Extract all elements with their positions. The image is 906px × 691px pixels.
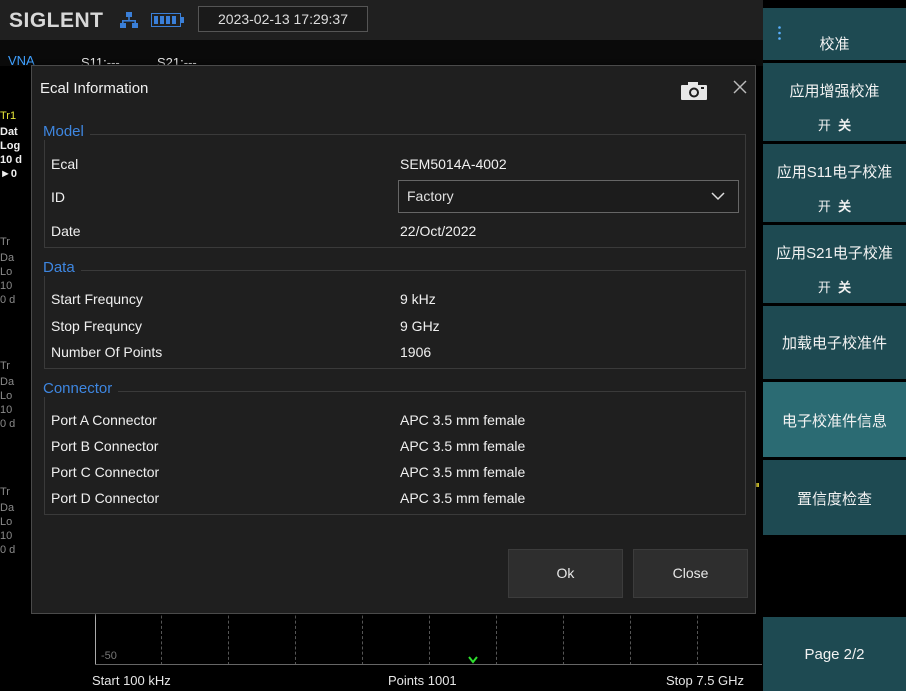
apply-s21-label: 应用S21电子校准 <box>776 245 893 262</box>
datetime-display: 2023-02-13 17:29:37 <box>198 6 368 32</box>
brand-logo: SIGLENT <box>9 9 104 32</box>
close-button[interactable]: Close <box>633 549 748 598</box>
trace2-label: Tr <box>0 236 10 248</box>
marker-chevron-icon <box>468 656 478 664</box>
start-frequency-label: Start 100 kHz <box>92 673 171 688</box>
number-of-points-label: Number Of Points <box>51 344 163 360</box>
ecal-value: SEM5014A-4002 <box>400 156 507 172</box>
analyzer-screen: SIGLENT 2023-02-13 17:29:37 VNA S11:--- … <box>0 0 906 691</box>
start-frequency-row-label: Start Frequncy <box>51 291 143 307</box>
port-a-connector-value: APC 3.5 mm female <box>400 412 526 428</box>
ecal-label: Ecal <box>51 156 79 172</box>
toggle-off-option: 关 <box>838 118 852 133</box>
trace4-format: Lo <box>0 516 13 528</box>
trace1-ref: ►0 <box>0 168 18 180</box>
start-frequency-value: 9 kHz <box>400 291 436 307</box>
page-key[interactable]: Page 2/2 <box>763 617 906 691</box>
trace3-data: Da <box>0 376 15 388</box>
camera-icon[interactable] <box>680 81 710 101</box>
menu-title-key[interactable]: 校准 <box>763 8 906 60</box>
points-label: Points 1001 <box>388 673 457 688</box>
status-bar: SIGLENT 2023-02-13 17:29:37 <box>0 0 763 40</box>
port-c-connector-label: Port C Connector <box>51 464 160 480</box>
toggle-on-option: 开 <box>817 199 831 214</box>
ecal-information-dialog: Ecal Information Model Ecal SEM5014A-400… <box>31 65 756 614</box>
grid-baseline <box>95 664 762 665</box>
apply-s21-ecal-key[interactable]: 应用S21电子校准 开 关 <box>763 225 906 303</box>
trace2-format: Lo <box>0 266 13 278</box>
stop-frequency-value: 9 GHz <box>400 318 440 334</box>
apply-s21-toggle: 开 关 <box>763 277 906 296</box>
trace3-label: Tr <box>0 360 10 372</box>
ok-button[interactable]: Ok <box>508 549 623 598</box>
trace4-ref: 0 d <box>0 544 16 556</box>
port-a-connector-label: Port A Connector <box>51 412 157 428</box>
trace3-ref: 0 d <box>0 418 16 430</box>
trace1-data: Dat <box>0 126 18 138</box>
apply-enhanced-label: 应用增强校准 <box>789 83 880 100</box>
ecal-info-key[interactable]: 电子校准件信息 <box>763 382 906 457</box>
port-c-connector-value: APC 3.5 mm female <box>400 464 526 480</box>
date-value: 22/Oct/2022 <box>400 223 477 239</box>
trace4-scale: 10 <box>0 530 13 542</box>
date-label: Date <box>51 223 81 239</box>
trace3-scale: 10 <box>0 404 13 416</box>
load-ecal-key[interactable]: 加载电子校准件 <box>763 306 906 379</box>
toggle-off-option: 关 <box>838 199 852 214</box>
trace1-format: Log <box>0 140 21 152</box>
port-b-connector-label: Port B Connector <box>51 438 159 454</box>
model-group-title: Model <box>43 123 90 140</box>
toggle-on-option: 开 <box>817 118 831 133</box>
toggle-on-option: 开 <box>817 280 831 295</box>
menu-title: 校准 <box>819 36 850 53</box>
port-b-connector-value: APC 3.5 mm female <box>400 438 526 454</box>
apply-enhanced-cal-key[interactable]: 应用增强校准 开 关 <box>763 63 906 141</box>
apply-s11-ecal-key[interactable]: 应用S11电子校准 开 关 <box>763 144 906 222</box>
port-d-connector-value: APC 3.5 mm female <box>400 490 526 506</box>
id-selected-value: Factory <box>407 188 454 204</box>
battery-icon <box>151 13 184 27</box>
data-group-title: Data <box>43 259 81 276</box>
stop-frequency-row-label: Stop Frequncy <box>51 318 143 334</box>
trace4-data: Da <box>0 502 15 514</box>
trace2-data: Da <box>0 252 15 264</box>
id-label: ID <box>51 189 65 205</box>
softkey-menu: 校准 应用增强校准 开 关 应用S11电子校准 开 关 应用S21电子校准 开 … <box>763 0 906 691</box>
trace4-label: Tr <box>0 486 10 498</box>
stop-frequency-label: Stop 7.5 GHz <box>666 673 745 688</box>
connector-group-title: Connector <box>43 380 119 397</box>
confidence-check-label: 置信度检查 <box>796 491 872 508</box>
trace1-scale: 10 d <box>0 154 23 166</box>
chevron-down-icon <box>711 192 725 201</box>
confidence-check-key[interactable]: 置信度检查 <box>763 460 906 535</box>
trace2-ref: 0 d <box>0 294 16 306</box>
load-ecal-label: 加载电子校准件 <box>781 335 887 352</box>
y-tick-label: -50 <box>101 650 117 662</box>
id-select[interactable]: Factory <box>398 180 739 213</box>
close-icon[interactable] <box>732 79 748 95</box>
dialog-title: Ecal Information <box>40 80 149 97</box>
trace2-scale: 10 <box>0 280 13 292</box>
trace3-format: Lo <box>0 390 13 402</box>
trace1-label: Tr1 <box>0 110 17 122</box>
apply-s11-toggle: 开 关 <box>763 196 906 215</box>
apply-enhanced-toggle: 开 关 <box>763 115 906 134</box>
network-icon <box>120 12 138 28</box>
ecal-info-label: 电子校准件信息 <box>781 413 887 430</box>
apply-s11-label: 应用S11电子校准 <box>776 164 893 181</box>
number-of-points-value: 1906 <box>400 344 432 360</box>
toggle-off-option: 关 <box>838 280 852 295</box>
port-d-connector-label: Port D Connector <box>51 490 160 506</box>
page-label: Page 2/2 <box>804 646 865 663</box>
